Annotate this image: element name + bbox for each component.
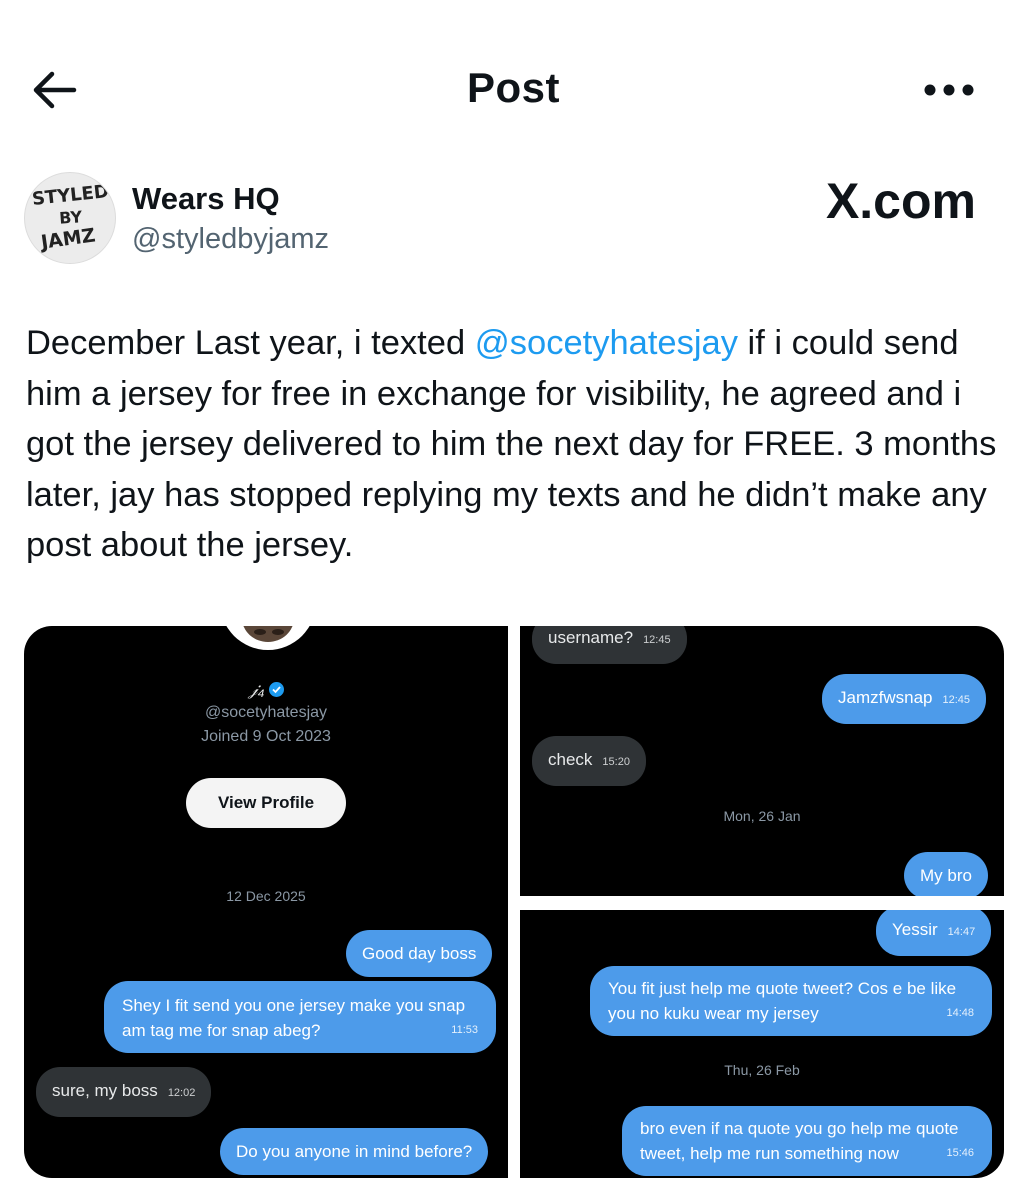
message-time: 15:46	[946, 1147, 974, 1159]
message-text: username?	[548, 628, 634, 647]
message-time: 14:48	[946, 1007, 974, 1019]
profile-handle: @socetyhatesjay	[204, 704, 328, 721]
author-avatar[interactable]: STYLED BY JAMZ	[24, 172, 116, 264]
message-time: 15:20	[602, 756, 630, 768]
svg-text:BY: BY	[59, 207, 84, 228]
media-grid[interactable]: 𝒿₄ @socetyhatesjay Joined 9 Oct 2023 Vie…	[24, 626, 1004, 1178]
message-text: bro even if na quote you go help me quot…	[640, 1119, 959, 1163]
message-bubble-in: sure, my boss 12:02	[36, 1067, 212, 1117]
message-time: 12:45	[942, 694, 971, 706]
message-time: 14:47	[947, 926, 976, 938]
message-text: Yessir	[892, 920, 938, 939]
mention-link[interactable]: @socetyhatesjay	[475, 324, 738, 362]
message-time: 12:45	[643, 634, 671, 646]
message-text: check	[548, 750, 593, 769]
message-bubble-out: bro even if na quote you go help me quot…	[622, 1106, 992, 1176]
view-profile-button[interactable]: View Profile	[186, 778, 346, 828]
message-text: Shey I fit send you one jersey make you …	[122, 996, 466, 1040]
svg-text:X.com: X.com	[826, 174, 976, 229]
message-text: You fit just help me quote tweet? Cos e …	[608, 979, 957, 1023]
profile-joined: Joined 9 Oct 2023	[201, 728, 331, 745]
profile-name: 𝒿₄	[24, 680, 508, 700]
date-separator: 12 Dec 2025	[226, 888, 306, 904]
profile-name-text: 𝒿₄	[248, 680, 265, 699]
message-bubble-out: Shey I fit send you one jersey make you …	[104, 981, 496, 1053]
page-title: Post	[466, 64, 560, 111]
message-bubble-out: My bro	[904, 852, 988, 896]
more-options-icon[interactable]	[918, 70, 980, 110]
message-bubble-in: username? 12:45	[532, 626, 687, 664]
message-text: Good day boss	[362, 944, 477, 963]
svg-text:JAMZ: JAMZ	[38, 224, 97, 254]
screenshot-panel-1[interactable]: 𝒿₄ @socetyhatesjay Joined 9 Oct 2023 Vie…	[24, 626, 508, 1178]
author-handle[interactable]: @styledbyjamz	[132, 223, 329, 256]
svg-text:STYLED: STYLED	[31, 181, 110, 210]
message-text: Jamzfwsnap	[838, 688, 933, 707]
message-bubble-out: You fit just help me quote tweet? Cos e …	[590, 966, 992, 1036]
screenshot-panel-2[interactable]: username? 12:45 Jamzfwsnap 12:45 check 15:2…	[520, 626, 1004, 896]
message-bubble-out: Jamzfwsnap 12:45	[822, 674, 987, 724]
top-bar: Post	[0, 0, 1027, 150]
profile-photo	[220, 626, 316, 650]
message-time: 11:53	[451, 1024, 478, 1036]
date-separator: Mon, 26 Jan	[723, 808, 801, 824]
post-text: December Last year, i texted @socetyhate…	[26, 318, 1011, 571]
date-separator: Thu, 26 Feb	[724, 1062, 800, 1078]
post-text-part: December Last year, i texted	[26, 324, 475, 362]
x-com-watermark: X.com	[780, 173, 980, 230]
message-bubble-out: Good day boss	[346, 930, 493, 977]
verified-badge-icon	[268, 682, 284, 697]
author-name[interactable]: Wears HQ	[132, 181, 280, 217]
message-text: Do you anyone in mind before?	[236, 1142, 473, 1161]
screenshot-panel-3[interactable]: Yessir 14:47 You fit just help me quote t…	[520, 910, 1004, 1178]
message-text: sure, my boss	[52, 1081, 158, 1100]
message-text: My bro	[920, 866, 972, 885]
message-time: 12:02	[167, 1087, 196, 1099]
message-bubble-out: Yessir 14:47	[876, 910, 992, 956]
message-bubble-out: Do you anyone in mind before?	[220, 1128, 489, 1175]
message-bubble-in: check 15:20	[532, 736, 646, 786]
